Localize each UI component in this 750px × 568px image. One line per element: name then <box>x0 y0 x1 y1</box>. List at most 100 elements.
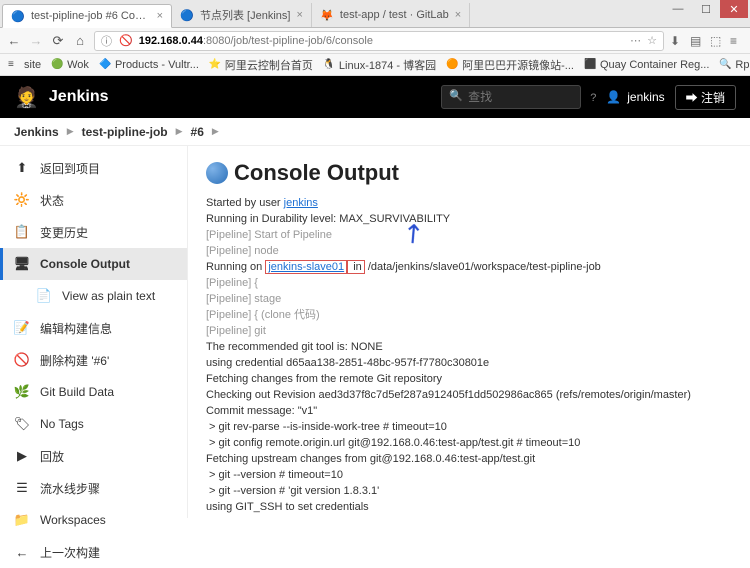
url-path: :8080/job/test-pipline-job/6/console <box>203 35 373 47</box>
sidebar-item-git-build-data[interactable]: 🌿Git Build Data <box>0 376 187 408</box>
tab-jenkins-console[interactable]: 🔵 test-pipline-job #6 Console × <box>2 4 172 28</box>
tab-jenkins-nodes[interactable]: 🔵 节点列表 [Jenkins] × <box>172 3 312 27</box>
pipeline-steps-icon: ☰ <box>14 480 30 496</box>
back-button[interactable]: ← <box>6 33 22 49</box>
sidebar-item-replay[interactable]: ▶回放 <box>0 440 187 472</box>
search-icon: 🔍 <box>449 89 463 102</box>
logout-button[interactable]: ➡ 注销 <box>675 85 736 110</box>
sidebar: ⬆ 返回到项目 🔆状态 📋 变更历史 🖥Console Output 📄 View as pl… <box>0 146 188 518</box>
forward-button[interactable]: → <box>28 33 44 49</box>
console-output-icon: 🖥 <box>14 256 30 272</box>
bm-icon: 🟠 <box>446 59 458 71</box>
crumb-jenkins[interactable]: Jenkins <box>14 125 59 139</box>
sidebar-item-label: 变更历史 <box>40 224 88 241</box>
sidebar-item-label: 状态 <box>40 192 64 209</box>
delete-build-icon: 🚫 <box>14 352 30 368</box>
reload-button[interactable]: ⟳ <box>50 33 66 49</box>
tab-gitlab[interactable]: 🦊 test-app / test · GitLab × <box>312 3 470 27</box>
console-output: Started by user jenkins Running in Durab… <box>206 196 732 518</box>
url-more-icon[interactable]: ⋯ <box>630 34 641 47</box>
sidebar-item-status[interactable]: 🔆状态 <box>0 184 187 216</box>
home-button[interactable]: ⌂ <box>72 33 88 49</box>
sidebar-item-label: 删除构建 '#6' <box>40 352 109 369</box>
page-title: Console Output <box>206 160 732 186</box>
username-label: jenkins <box>627 90 664 104</box>
tab-label: test-pipline-job #6 Console <box>31 10 151 22</box>
url-ns-icon: 🚫 <box>119 34 133 47</box>
tab-label: test-app / test · GitLab <box>340 9 449 21</box>
sidebar-item-label: Git Build Data <box>40 385 114 399</box>
bookmark-quay[interactable]: ⬛Quay Container Reg... <box>584 59 709 71</box>
node-link[interactable]: jenkins-slave01 <box>265 260 347 274</box>
bookmark-linux1874[interactable]: 🐧Linux-1874 - 博客园 <box>323 57 436 73</box>
library-icon[interactable]: ▤ <box>690 34 704 48</box>
tab-close-icon[interactable]: × <box>157 10 163 22</box>
bookmark-aliyun-mirror[interactable]: 🟠阿里巴巴开源镜像站-... <box>446 57 574 73</box>
user-link[interactable]: jenkins <box>284 197 318 209</box>
crumb-build[interactable]: #6 <box>191 125 204 139</box>
browser-tab-strip: 🔵 test-pipline-job #6 Console × 🔵 节点列表 [… <box>0 0 750 28</box>
sidebar-item-changes[interactable]: 📋 变更历史 <box>0 216 187 248</box>
chevron-right-icon: ▶ <box>176 126 183 137</box>
folder-icon: ≡ <box>8 59 20 71</box>
sidebar-item-label: 编辑构建信息 <box>40 320 112 337</box>
url-field[interactable]: ⓘ 🚫 192.168.0.44:8080/job/test-pipline-j… <box>94 31 664 51</box>
sidebar-item-no-tags[interactable]: 🏷No Tags <box>0 408 187 440</box>
favicon-icon: 🔵 <box>11 9 25 23</box>
download-icon[interactable]: ⬇ <box>670 34 684 48</box>
jenkins-search: 🔍 ? <box>441 85 596 109</box>
bm-icon: ⭐ <box>209 59 221 71</box>
site-info-icon[interactable]: ⓘ <box>101 33 113 49</box>
bookmarks-bar: ≡site 🟢Wok 🔷Products - Vultr... ⭐阿里云控制台首… <box>0 54 750 76</box>
bookmark-aliyun[interactable]: ⭐阿里云控制台首页 <box>209 57 313 73</box>
bookmark-vultr[interactable]: 🔷Products - Vultr... <box>99 59 199 71</box>
window-min-button[interactable]: — <box>664 0 692 18</box>
jenkins-header: 🤵 Jenkins 🔍 ? 👤 jenkins ➡ 注销 <box>0 76 750 118</box>
workspaces-icon: 📁 <box>14 512 30 528</box>
sidebar-item-delete-build[interactable]: 🚫 删除构建 '#6' <box>0 344 187 376</box>
sidebar-item-prev-build[interactable]: ← 上一次构建 <box>0 536 187 568</box>
favicon-icon: 🦊 <box>320 8 334 22</box>
sidebar-item-label: View as plain text <box>62 289 155 303</box>
jenkins-logo-icon: 🤵 <box>14 85 39 110</box>
sidebar-item-back-to-project[interactable]: ⬆ 返回到项目 <box>0 152 187 184</box>
user-icon: 👤 <box>606 90 621 104</box>
bm-icon: 🔍 <box>719 59 731 71</box>
bm-icon: 🔷 <box>99 59 111 71</box>
window-close-button[interactable]: ✕ <box>720 0 748 18</box>
changes-icon: 📋 <box>14 224 30 240</box>
url-host: 192.168.0.44 <box>139 35 203 47</box>
sidebar-item-label: 返回到项目 <box>40 160 100 177</box>
plain-text-icon: 📄 <box>36 288 52 304</box>
crumb-job[interactable]: test-pipline-job <box>82 125 168 139</box>
toolbar-icons: ⬇ ▤ ⬚ ≡ <box>670 34 744 48</box>
tab-close-icon[interactable]: × <box>296 9 302 21</box>
search-help-icon[interactable]: ? <box>590 92 596 104</box>
sidebar-item-label: Workspaces <box>40 513 106 527</box>
window-max-button[interactable]: ☐ <box>692 0 720 18</box>
sidebar-item-label: 回放 <box>40 448 64 465</box>
url-star-icon[interactable]: ☆ <box>647 34 657 47</box>
sidebar-item-label: 上一次构建 <box>40 544 100 561</box>
bookmark-rpmfind[interactable]: 🔍Rpmfind mirror <box>719 59 750 71</box>
edit-build-info-icon: 📝 <box>14 320 30 336</box>
sidebar-item-plain-text[interactable]: 📄 View as plain text <box>0 280 187 312</box>
sidebar-item-pipeline-steps[interactable]: ☰ 流水线步骤 <box>0 472 187 504</box>
ext-icon[interactable]: ⬚ <box>710 34 724 48</box>
tab-close-icon[interactable]: × <box>455 9 461 21</box>
sidebar-item-edit-build-info[interactable]: 📝 编辑构建信息 <box>0 312 187 344</box>
back-to-project-icon: ⬆ <box>14 160 30 176</box>
sidebar-item-workspaces[interactable]: 📁 Workspaces <box>0 504 187 536</box>
bookmark-wok[interactable]: 🟢Wok <box>51 59 89 71</box>
breadcrumb: Jenkins▶ test-pipline-job▶ #6▶ <box>0 118 750 146</box>
bm-icon: ⬛ <box>584 59 596 71</box>
bookmark-site[interactable]: ≡site <box>8 59 41 71</box>
menu-icon[interactable]: ≡ <box>730 34 744 48</box>
prev-build-icon: ← <box>14 544 30 560</box>
sidebar-item-console-output[interactable]: 🖥Console Output <box>0 248 187 280</box>
sidebar-item-label: 流水线步骤 <box>40 480 100 497</box>
bm-icon: 🟢 <box>51 59 63 71</box>
user-menu[interactable]: 👤 jenkins <box>606 90 664 104</box>
jenkins-brand[interactable]: Jenkins <box>49 88 109 106</box>
status-ball-icon <box>206 162 228 184</box>
